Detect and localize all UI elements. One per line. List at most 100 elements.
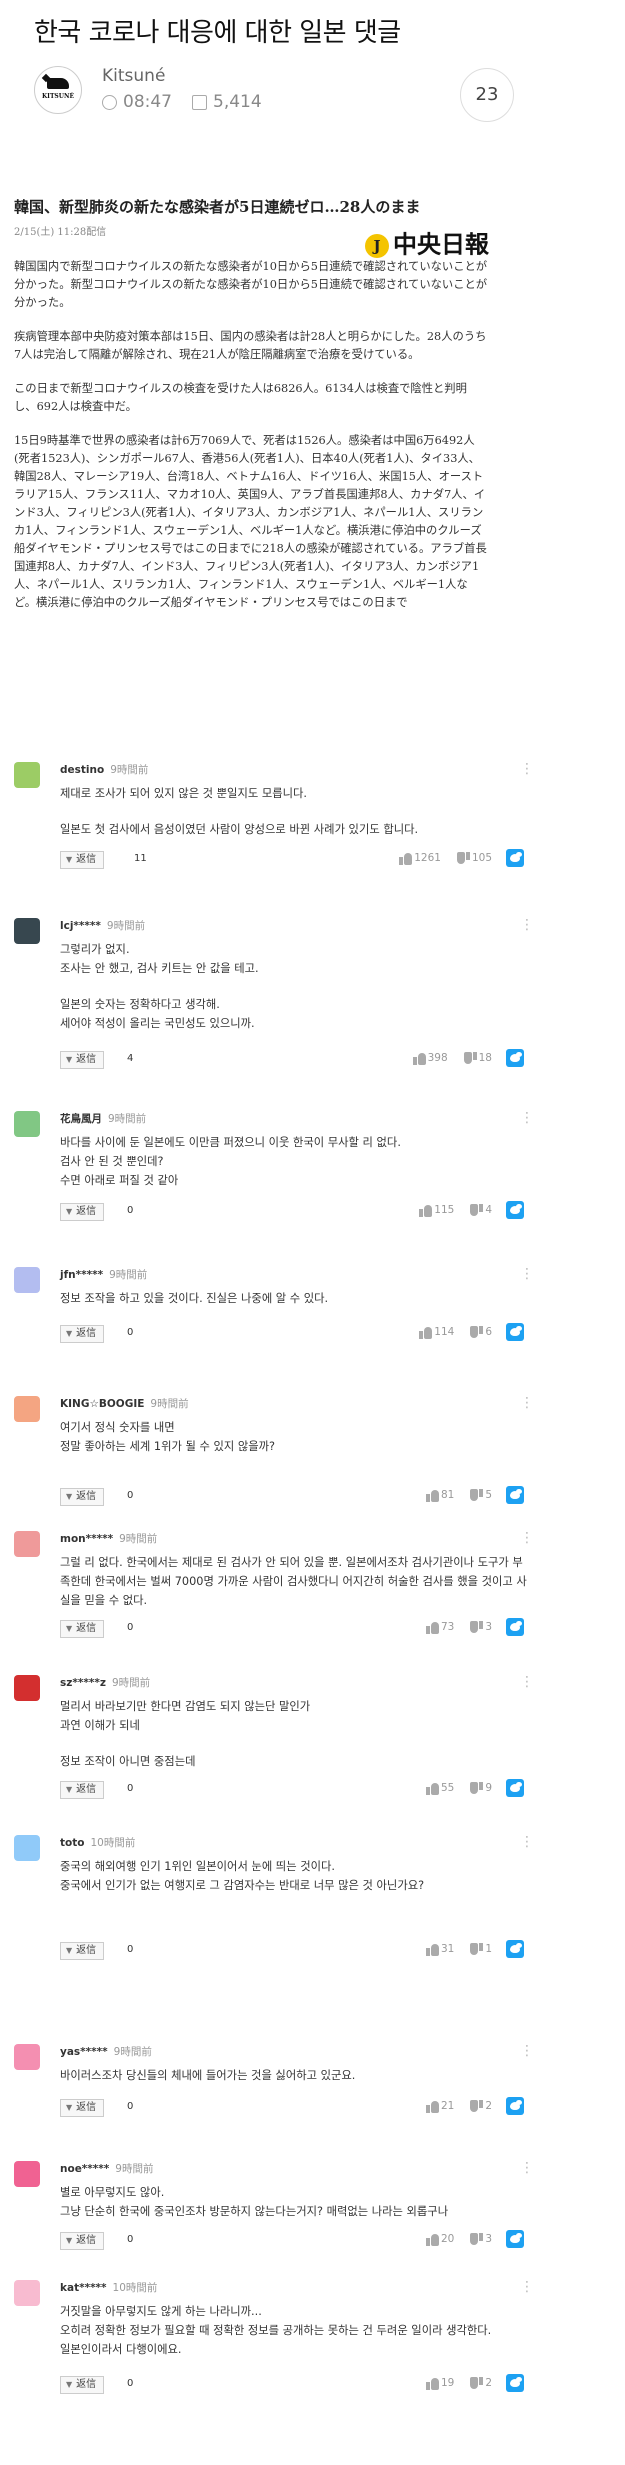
vote-bar: 73 3 bbox=[425, 1618, 524, 1636]
comment-meta: lcj***** 9時間前 bbox=[60, 918, 145, 933]
twitter-share-icon[interactable] bbox=[506, 1779, 524, 1797]
thumbs-up-icon[interactable] bbox=[425, 1943, 439, 1956]
thumbs-up-icon[interactable] bbox=[425, 2377, 439, 2390]
comment-username[interactable]: 花鳥風月 bbox=[60, 1113, 102, 1125]
thumbs-down-icon[interactable] bbox=[470, 2377, 483, 2390]
more-options-icon[interactable]: ⋮ bbox=[520, 1267, 534, 1281]
thumbs-down-icon[interactable] bbox=[470, 2100, 483, 2113]
thumbs-up-icon[interactable] bbox=[425, 1489, 439, 1502]
more-options-icon[interactable]: ⋮ bbox=[520, 2280, 534, 2294]
more-options-icon[interactable]: ⋮ bbox=[520, 1835, 534, 1849]
comment-username[interactable]: KING☆BOOGIE bbox=[60, 1398, 144, 1410]
down-count: 2 bbox=[485, 2377, 492, 2389]
reply-button[interactable]: ▼ 返信 bbox=[60, 851, 105, 869]
reply-label: 返信 bbox=[76, 1945, 97, 1956]
reply-button[interactable]: ▼ 返信 bbox=[60, 1203, 105, 1221]
reply-chevron-icon: ▼ bbox=[66, 1624, 73, 1633]
article-paragraph: 韓国国内で新型コロナウイルスの新たな感染者が10日から5日連続で確認されていない… bbox=[14, 260, 488, 309]
comment-text: 정보 조작을 하고 있을 것이다. 진실은 나중에 알 수 있다. bbox=[60, 1289, 530, 1308]
article-paragraph: この日まで新型コロナウイルスの検査を受けた人は6826人。6134人は検査で陰性… bbox=[14, 382, 467, 413]
vote-bar: 398 18 bbox=[412, 1049, 524, 1067]
user-avatar[interactable] bbox=[14, 1675, 40, 1701]
reply-button[interactable]: ▼ 返信 bbox=[60, 1051, 105, 1069]
twitter-share-icon[interactable] bbox=[506, 1618, 524, 1636]
more-options-icon[interactable]: ⋮ bbox=[520, 2044, 534, 2058]
author-name[interactable]: Kitsuné bbox=[102, 66, 165, 86]
comment-username[interactable]: toto bbox=[60, 1837, 84, 1849]
twitter-share-icon[interactable] bbox=[506, 2374, 524, 2392]
thumbs-down-icon[interactable] bbox=[470, 1489, 483, 1502]
thumbs-up-icon[interactable] bbox=[412, 1052, 426, 1065]
thumbs-up-icon[interactable] bbox=[399, 852, 413, 865]
user-avatar[interactable] bbox=[14, 2044, 40, 2070]
comment-username[interactable]: destino bbox=[60, 764, 104, 776]
user-avatar[interactable] bbox=[14, 1531, 40, 1557]
more-options-icon[interactable]: ⋮ bbox=[520, 2161, 534, 2175]
more-options-icon[interactable]: ⋮ bbox=[520, 1111, 534, 1125]
reply-button[interactable]: ▼ 返信 bbox=[60, 1488, 105, 1506]
comment-username[interactable]: jfn***** bbox=[60, 1269, 103, 1281]
comment-line: 과연 이해가 되네 bbox=[60, 1719, 140, 1732]
user-avatar[interactable] bbox=[14, 1267, 40, 1293]
comment-username[interactable]: mon***** bbox=[60, 1533, 113, 1545]
reply-button[interactable]: ▼ 返信 bbox=[60, 1781, 105, 1799]
thumbs-up-icon[interactable] bbox=[425, 1621, 439, 1634]
user-avatar[interactable] bbox=[14, 1396, 40, 1422]
vote-bar: 19 2 bbox=[425, 2374, 524, 2392]
reply-button[interactable]: ▼ 返信 bbox=[60, 1942, 105, 1960]
thumbs-up-icon[interactable] bbox=[425, 2233, 439, 2246]
comment-username[interactable]: lcj***** bbox=[60, 920, 101, 932]
user-avatar[interactable] bbox=[14, 1111, 40, 1137]
author-avatar[interactable]: KITSUNÉ bbox=[34, 66, 82, 114]
comment-time: 9時間前 bbox=[108, 1113, 147, 1125]
comment-meta: toto 10時間前 bbox=[60, 1835, 135, 1850]
thumbs-down-icon[interactable] bbox=[470, 2233, 483, 2246]
thumbs-up-icon[interactable] bbox=[419, 1204, 433, 1217]
reply-button[interactable]: ▼ 返信 bbox=[60, 2376, 105, 2394]
comment-username[interactable]: sz*****z bbox=[60, 1677, 106, 1689]
thumbs-down-icon[interactable] bbox=[470, 1782, 483, 1795]
comment-username[interactable]: yas***** bbox=[60, 2046, 108, 2058]
more-options-icon[interactable]: ⋮ bbox=[520, 1531, 534, 1545]
user-avatar[interactable] bbox=[14, 1835, 40, 1861]
reply-button[interactable]: ▼ 返信 bbox=[60, 2099, 105, 2117]
more-options-icon[interactable]: ⋮ bbox=[520, 1396, 534, 1410]
twitter-share-icon[interactable] bbox=[506, 1940, 524, 1958]
twitter-share-icon[interactable] bbox=[506, 1323, 524, 1341]
comment-count-button[interactable]: 23 bbox=[460, 68, 514, 122]
thumbs-down-icon[interactable] bbox=[470, 1204, 483, 1217]
reply-button[interactable]: ▼ 返信 bbox=[60, 2232, 105, 2250]
twitter-share-icon[interactable] bbox=[506, 1486, 524, 1504]
reply-count: 0 bbox=[127, 2378, 134, 2389]
thumbs-up-icon[interactable] bbox=[425, 1782, 439, 1795]
twitter-share-icon[interactable] bbox=[506, 2230, 524, 2248]
reply-button[interactable]: ▼ 返信 bbox=[60, 1325, 105, 1343]
twitter-share-icon[interactable] bbox=[506, 1049, 524, 1067]
twitter-share-icon[interactable] bbox=[506, 1201, 524, 1219]
user-avatar[interactable] bbox=[14, 918, 40, 944]
thumbs-down-icon[interactable] bbox=[470, 1621, 483, 1634]
user-avatar[interactable] bbox=[14, 762, 40, 788]
more-options-icon[interactable]: ⋮ bbox=[520, 1675, 534, 1689]
more-options-icon[interactable]: ⋮ bbox=[520, 918, 534, 932]
thumbs-down-icon[interactable] bbox=[470, 1943, 483, 1956]
vote-bar: 21 2 bbox=[425, 2097, 524, 2115]
reply-label: 返信 bbox=[76, 2235, 97, 2246]
thumbs-up-icon[interactable] bbox=[425, 2100, 439, 2113]
comment-username[interactable]: noe***** bbox=[60, 2163, 109, 2175]
comment-line: 조사는 안 했고, 검사 키트는 안 값을 테고. bbox=[60, 962, 259, 975]
thumbs-up-icon[interactable] bbox=[419, 1326, 433, 1339]
thumbs-down-icon[interactable] bbox=[464, 1052, 477, 1065]
reply-button[interactable]: ▼ 返信 bbox=[60, 1620, 105, 1638]
twitter-share-icon[interactable] bbox=[506, 2097, 524, 2115]
twitter-share-icon[interactable] bbox=[506, 849, 524, 867]
more-options-icon[interactable]: ⋮ bbox=[520, 762, 534, 776]
thumbs-down-icon[interactable] bbox=[457, 852, 470, 865]
thumbs-down-icon[interactable] bbox=[470, 1326, 483, 1339]
comment-username[interactable]: kat***** bbox=[60, 2282, 107, 2294]
up-count: 21 bbox=[440, 2100, 455, 2112]
comment-time: 10時間前 bbox=[90, 1837, 136, 1849]
user-avatar[interactable] bbox=[14, 2280, 40, 2306]
user-avatar[interactable] bbox=[14, 2161, 40, 2187]
comment-meta: kat***** 10時間前 bbox=[60, 2280, 157, 2295]
